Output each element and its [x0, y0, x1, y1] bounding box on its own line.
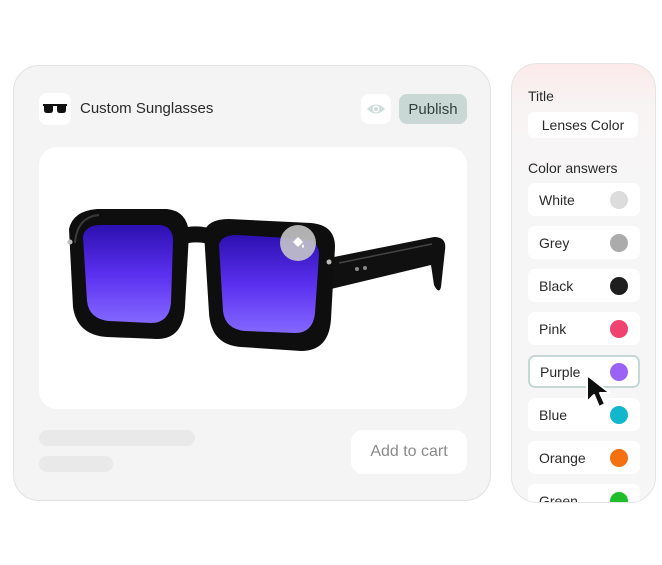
publish-button[interactable]: Publish [399, 94, 467, 124]
color-swatch [610, 277, 628, 295]
sunglasses-icon [39, 93, 71, 125]
color-answer-white[interactable]: White [528, 183, 640, 216]
color-answer-label: White [539, 192, 575, 208]
color-answer-label: Black [539, 278, 574, 294]
color-swatch [610, 191, 628, 209]
question-settings-panel: Title Lenses Color Color answers White Gr… [511, 63, 656, 503]
title-skeleton [39, 430, 195, 446]
color-answer-grey[interactable]: Grey [528, 226, 640, 259]
preview-button[interactable] [361, 94, 391, 124]
color-answers-list: White Grey Black Pink Purple Blue Orange Green [528, 183, 640, 503]
product-title: Custom Sunglasses [80, 100, 214, 117]
color-answer-orange[interactable]: Orange [528, 441, 640, 474]
color-answer-green[interactable]: Green [528, 484, 640, 503]
color-answers-label: Color answers [528, 160, 618, 176]
color-answer-label: Pink [539, 321, 567, 337]
eye-icon [366, 102, 386, 116]
color-swatch [610, 449, 628, 467]
color-answer-label: Green [539, 493, 578, 503]
title-label: Title [528, 88, 554, 104]
add-to-cart-button[interactable]: Add to cart [351, 430, 467, 474]
color-answer-label: Blue [539, 407, 568, 423]
color-answer-label: Purple [540, 364, 581, 380]
price-skeleton [39, 456, 113, 472]
color-hotspot[interactable] [280, 225, 316, 261]
product-image-panel [39, 147, 467, 409]
title-input[interactable]: Lenses Color [528, 112, 638, 138]
sunglasses-image [67, 209, 446, 351]
product-editor-card: Custom Sunglasses Publish Add to cart [13, 65, 491, 501]
color-answer-label: Orange [539, 450, 586, 466]
color-answer-pink[interactable]: Pink [528, 312, 640, 345]
color-answer-black[interactable]: Black [528, 269, 640, 302]
paint-bucket-icon [290, 235, 306, 251]
mouse-pointer-icon [584, 372, 618, 412]
color-swatch [610, 320, 628, 338]
color-swatch [610, 492, 628, 502]
color-swatch [610, 234, 628, 252]
color-answer-label: Grey [539, 235, 570, 251]
